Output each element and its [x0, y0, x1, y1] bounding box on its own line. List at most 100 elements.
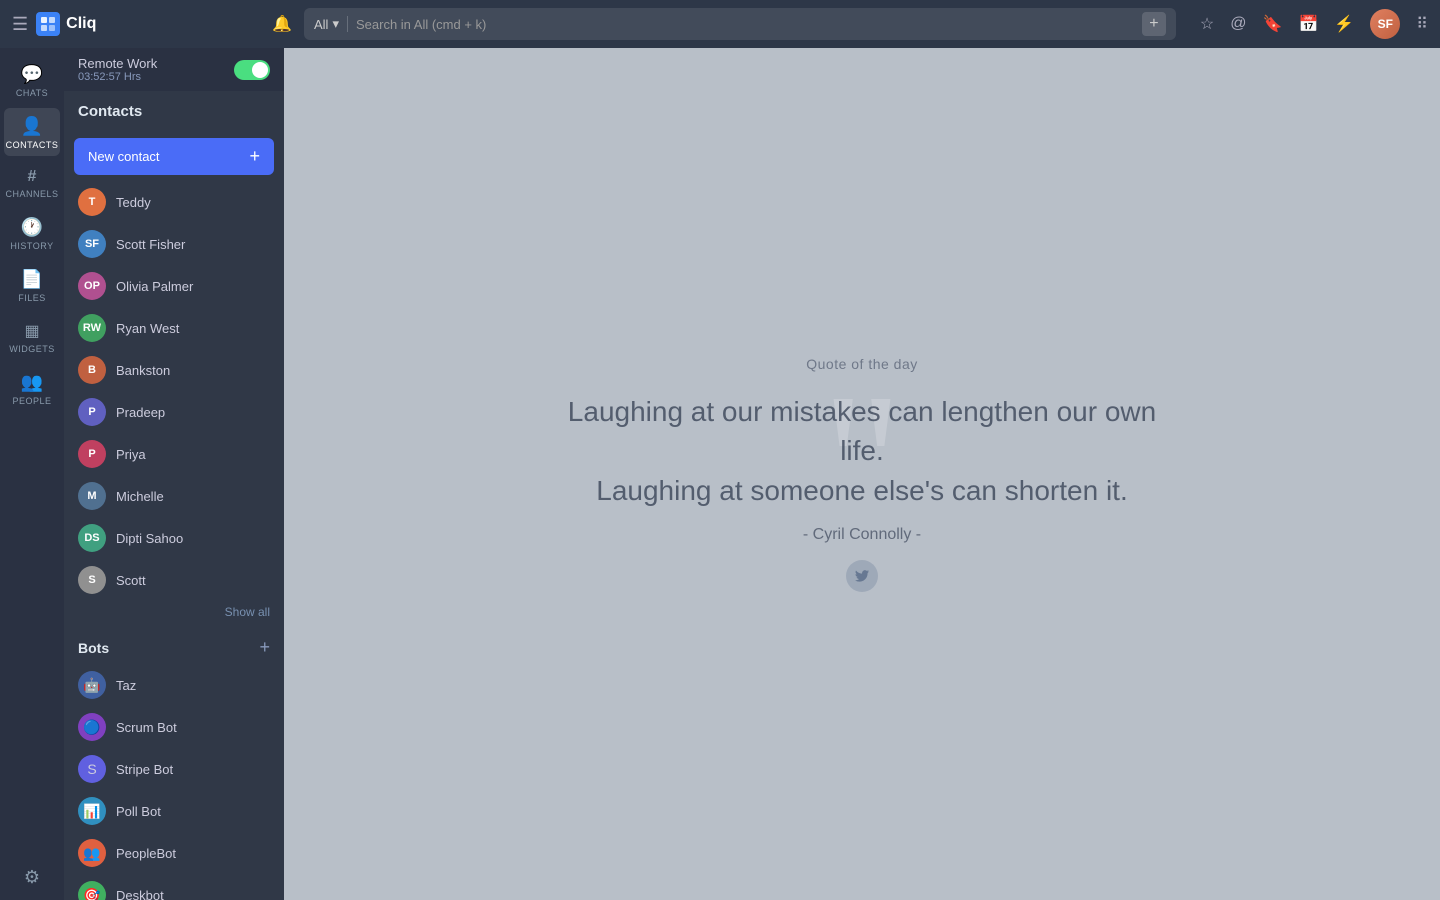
sidebar-item-channels[interactable]: # CHANNELS — [4, 160, 60, 205]
bot-avatar: 🔵 — [78, 713, 106, 741]
nav-bottom: ⚙ — [16, 867, 48, 900]
plus-icon: + — [249, 146, 260, 167]
bot-item[interactable]: 📊 Poll Bot — [64, 790, 284, 832]
tweet-button[interactable] — [846, 560, 878, 592]
contacts-label: CONTACTS — [6, 140, 59, 150]
contacts-list: T Teddy SF Scott Fisher OP Olivia Palmer… — [64, 181, 284, 601]
contact-item[interactable]: SF Scott Fisher — [64, 223, 284, 265]
bots-add-button[interactable]: + — [259, 637, 270, 658]
bot-item[interactable]: S Stripe Bot — [64, 748, 284, 790]
hamburger-icon[interactable]: ☰ — [12, 14, 28, 35]
bot-item[interactable]: 🤖 Taz — [64, 664, 284, 706]
sidebar-item-widgets[interactable]: ▦ WIDGETS — [4, 313, 60, 360]
contact-item[interactable]: S Scott — [64, 559, 284, 601]
history-icon: 🕐 — [21, 217, 43, 238]
star-icon[interactable]: ☆ — [1200, 14, 1214, 34]
topbar-actions: ☆ @ 🔖 📅 ⚡ SF ⠿ — [1200, 9, 1428, 39]
contact-avatar: RW — [78, 314, 106, 342]
lightning-icon[interactable]: ⚡ — [1334, 14, 1354, 34]
contact-name: Pradeep — [116, 405, 165, 420]
show-all-button[interactable]: Show all — [64, 601, 284, 627]
bot-avatar: 🎯 — [78, 881, 106, 900]
grid-icon[interactable]: ⠿ — [1416, 14, 1428, 34]
main-content: " Quote of the day Laughing at our mista… — [284, 48, 1440, 900]
bookmark-icon[interactable]: 🔖 — [1263, 14, 1283, 34]
contact-item[interactable]: B Bankston — [64, 349, 284, 391]
new-contact-button[interactable]: New contact + — [74, 138, 274, 175]
bots-header: Bots + — [64, 627, 284, 664]
search-bar[interactable]: All ▾ Search in All (cmd + k) + — [304, 8, 1176, 40]
bot-item[interactable]: 🔵 Scrum Bot — [64, 706, 284, 748]
quote-container: Quote of the day Laughing at our mistake… — [512, 316, 1212, 632]
contact-avatar: P — [78, 440, 106, 468]
chevron-down-icon: ▾ — [332, 16, 339, 32]
chats-label: CHATS — [16, 88, 48, 98]
sidebar-item-history[interactable]: 🕐 HISTORY — [4, 209, 60, 257]
bots-list: 🤖 Taz 🔵 Scrum Bot S Stripe Bot 📊 Poll Bo… — [64, 664, 284, 900]
channels-label: CHANNELS — [6, 189, 59, 199]
bot-name: Deskbot — [116, 888, 164, 900]
app-logo: Cliq — [36, 12, 96, 36]
contact-item[interactable]: P Pradeep — [64, 391, 284, 433]
bot-item[interactable]: 🎯 Deskbot — [64, 874, 284, 900]
bot-avatar: 🤖 — [78, 671, 106, 699]
remote-work-toggle[interactable] — [234, 60, 270, 80]
main-layout: 💬 CHATS 👤 CONTACTS # CHANNELS 🕐 HISTORY … — [0, 48, 1440, 900]
quote-text: Laughing at our mistakes can lengthen ou… — [552, 392, 1172, 510]
quote-author: - Cyril Connolly - — [552, 526, 1172, 544]
contact-item[interactable]: T Teddy — [64, 181, 284, 223]
contact-item[interactable]: OP Olivia Palmer — [64, 265, 284, 307]
bell-icon[interactable]: 🔔 — [272, 14, 292, 34]
contact-item[interactable]: RW Ryan West — [64, 307, 284, 349]
show-all-label: Show all — [225, 605, 270, 619]
sidebar: Remote Work 03:52:57 Hrs Contacts New co… — [64, 48, 284, 900]
search-add-button[interactable]: + — [1142, 12, 1166, 36]
bot-name: Taz — [116, 678, 136, 693]
contact-name: Bankston — [116, 363, 170, 378]
contact-item[interactable]: P Priya — [64, 433, 284, 475]
contact-item[interactable]: M Michelle — [64, 475, 284, 517]
settings-icon[interactable]: ⚙ — [16, 859, 48, 895]
mention-icon[interactable]: @ — [1230, 15, 1246, 33]
sidebar-item-files[interactable]: 📄 FILES — [4, 261, 60, 309]
channels-icon: # — [28, 168, 37, 186]
bots-title: Bots — [78, 640, 109, 656]
contacts-icon: 👤 — [21, 116, 43, 137]
contact-name: Priya — [116, 447, 146, 462]
widgets-icon: ▦ — [24, 321, 39, 341]
search-placeholder: Search in All (cmd + k) — [356, 17, 1134, 32]
contact-item[interactable]: DS Dipti Sahoo — [64, 517, 284, 559]
sidebar-item-contacts[interactable]: 👤 CONTACTS — [4, 108, 60, 156]
remote-work-info: Remote Work 03:52:57 Hrs — [78, 56, 157, 83]
sidebar-item-chats[interactable]: 💬 CHATS — [4, 56, 60, 104]
user-avatar[interactable]: SF — [1370, 9, 1400, 39]
remote-work-timer: 03:52:57 Hrs — [78, 71, 157, 83]
search-filter[interactable]: All ▾ — [314, 16, 348, 32]
bot-name: Poll Bot — [116, 804, 161, 819]
contact-avatar: B — [78, 356, 106, 384]
widgets-label: WIDGETS — [9, 344, 55, 354]
contact-name: Scott — [116, 573, 146, 588]
topbar-left: ☰ Cliq 🔔 — [12, 12, 292, 36]
bot-item[interactable]: 👥 PeopleBot — [64, 832, 284, 874]
contact-avatar: OP — [78, 272, 106, 300]
files-icon: 📄 — [21, 269, 43, 290]
bot-name: Stripe Bot — [116, 762, 173, 777]
contact-name: Dipti Sahoo — [116, 531, 183, 546]
history-label: HISTORY — [10, 241, 53, 251]
left-nav: 💬 CHATS 👤 CONTACTS # CHANNELS 🕐 HISTORY … — [0, 48, 64, 900]
bot-avatar: 👥 — [78, 839, 106, 867]
contact-avatar: P — [78, 398, 106, 426]
contact-avatar: S — [78, 566, 106, 594]
new-contact-label: New contact — [88, 149, 160, 164]
bot-name: Scrum Bot — [116, 720, 177, 735]
topbar: ☰ Cliq 🔔 All ▾ Search in All (cmd + k) +… — [0, 0, 1440, 48]
app-name: Cliq — [66, 15, 96, 33]
search-filter-label: All — [314, 17, 328, 32]
sidebar-item-people[interactable]: 👥 PEOPLE — [4, 364, 60, 412]
contact-name: Michelle — [116, 489, 164, 504]
contacts-title: Contacts — [78, 103, 142, 120]
calendar-icon[interactable]: 📅 — [1298, 14, 1318, 34]
chats-icon: 💬 — [21, 64, 43, 85]
contact-avatar: T — [78, 188, 106, 216]
